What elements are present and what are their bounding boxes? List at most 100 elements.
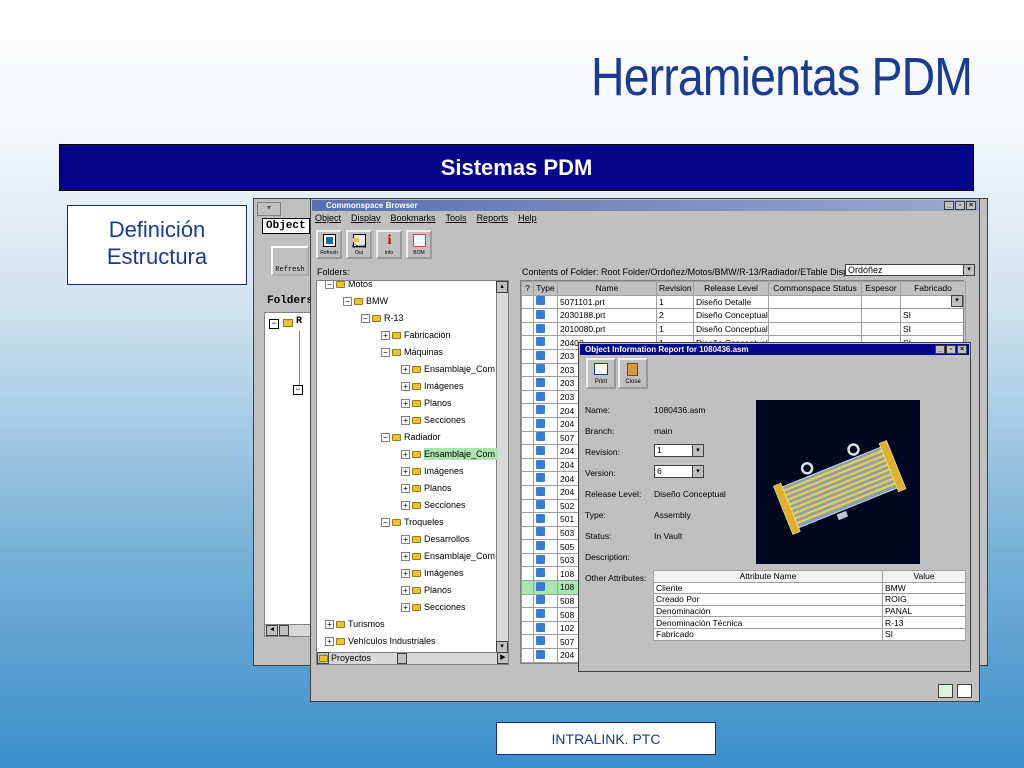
refresh-button[interactable]: Refresh bbox=[316, 230, 342, 259]
scroll-right-icon[interactable]: ▶ bbox=[497, 652, 508, 664]
column-header[interactable]: Fabricado bbox=[900, 281, 966, 296]
column-header[interactable]: ? bbox=[521, 281, 534, 296]
attribute-row[interactable]: Cliente BMW bbox=[653, 581, 966, 595]
tree-item[interactable]: Proyectos bbox=[319, 652, 371, 664]
attribute-row[interactable]: Fabricado SI bbox=[653, 627, 966, 641]
maximize-icon[interactable]: ▫ bbox=[946, 345, 956, 354]
tree-item[interactable]: + Secciones bbox=[401, 414, 466, 426]
collapse-icon[interactable]: − bbox=[343, 296, 352, 306]
tree-item[interactable]: + Imágenes bbox=[401, 567, 464, 579]
collapse-icon[interactable]: − bbox=[269, 319, 279, 329]
tree-item[interactable]: + Turismos bbox=[325, 618, 385, 630]
collapse-icon[interactable]: − bbox=[361, 313, 370, 323]
expand-icon[interactable]: + bbox=[325, 636, 334, 646]
expand-icon[interactable]: + bbox=[401, 415, 410, 425]
menu-help[interactable]: Help bbox=[518, 211, 537, 225]
column-header[interactable]: Commonspace Status bbox=[768, 281, 862, 296]
collapse-icon[interactable]: − bbox=[325, 281, 334, 289]
expand-icon[interactable]: + bbox=[401, 534, 410, 544]
collapse-icon[interactable]: − bbox=[381, 432, 390, 442]
back-menu-object[interactable]: Object bbox=[262, 218, 310, 234]
chevron-down-icon[interactable]: ▾ bbox=[692, 466, 703, 477]
attribute-row[interactable]: Denominación PANAL bbox=[653, 604, 966, 618]
tree-item[interactable]: + Desarrollos bbox=[401, 533, 470, 545]
scroll-thumb[interactable] bbox=[279, 625, 289, 636]
column-header[interactable]: Name bbox=[557, 281, 657, 296]
expand-icon[interactable]: + bbox=[401, 483, 410, 493]
scroll-up-icon[interactable]: ▴ bbox=[496, 281, 508, 293]
collapse-icon[interactable]: − bbox=[293, 385, 303, 395]
tree-item[interactable]: + Secciones bbox=[401, 601, 466, 613]
menu-tools[interactable]: Tools bbox=[446, 211, 467, 225]
check-out-button[interactable]: Check Out bbox=[346, 230, 372, 259]
tree-item[interactable]: + Secciones bbox=[401, 499, 466, 511]
table-row[interactable]: 5071101.prt 1 Diseño Detalle bbox=[521, 294, 966, 310]
bom-button[interactable]: BOM bbox=[406, 230, 432, 259]
revision-select[interactable]: 1 ▾ bbox=[654, 444, 704, 457]
column-header[interactable]: Type bbox=[533, 281, 558, 296]
expand-icon[interactable]: + bbox=[401, 381, 410, 391]
model-preview[interactable] bbox=[756, 400, 920, 564]
expand-icon[interactable]: + bbox=[381, 330, 390, 340]
expand-icon[interactable]: + bbox=[401, 466, 410, 476]
system-menu-icon[interactable]: ▿ bbox=[257, 202, 281, 216]
tree-item[interactable]: + Planos bbox=[401, 482, 452, 494]
tree-item[interactable]: + Ensamblaje_Com bbox=[401, 448, 499, 460]
collapse-icon[interactable]: − bbox=[381, 517, 390, 527]
expand-icon[interactable]: + bbox=[401, 364, 410, 374]
tree-item[interactable]: + Imágenes bbox=[401, 380, 464, 392]
expand-icon[interactable]: + bbox=[401, 602, 410, 612]
tree-item[interactable]: + Imágenes bbox=[401, 465, 464, 477]
collapse-icon[interactable]: − bbox=[381, 347, 390, 357]
grid-scroll-down-icon[interactable]: ▾ bbox=[951, 295, 963, 307]
info-button[interactable]: i Info bbox=[376, 230, 402, 259]
tree-item[interactable]: − R-13 bbox=[361, 312, 404, 324]
column-header[interactable]: Revision bbox=[656, 281, 694, 296]
folder-tree[interactable]: ▴ ▾ ◀ ▶ −Motos−BMW−R-13+Fabricación−Máqu… bbox=[316, 280, 509, 665]
tree-item[interactable]: + Ensamblaje_Com bbox=[401, 363, 495, 375]
tree-item[interactable]: + Planos bbox=[401, 397, 452, 409]
print-button[interactable]: Print bbox=[586, 358, 616, 389]
column-header[interactable]: Espesor bbox=[861, 281, 901, 296]
close-icon[interactable]: × bbox=[966, 201, 976, 210]
menu-display[interactable]: Display bbox=[351, 211, 381, 225]
window-title-bar[interactable]: Commonspace Browser _ ▫ × bbox=[312, 200, 978, 211]
tree-item[interactable]: − Troqueles bbox=[381, 516, 444, 528]
tree-item[interactable]: − Máquinas bbox=[381, 346, 443, 358]
expand-icon[interactable]: + bbox=[401, 551, 410, 561]
expand-icon[interactable]: + bbox=[401, 449, 410, 459]
minimize-icon[interactable]: _ bbox=[935, 345, 945, 354]
tree-vertical-scrollbar[interactable]: ▴ ▾ bbox=[496, 281, 508, 653]
table-row[interactable]: 2010080.prt 1 Diseño Conceptual SI bbox=[521, 321, 966, 337]
new-object-icon[interactable] bbox=[938, 684, 953, 698]
table-row[interactable]: 2030188.prt 2 Diseño Conceptual SI bbox=[521, 308, 966, 323]
tree-item[interactable]: − BMW bbox=[343, 295, 388, 307]
expand-icon[interactable]: + bbox=[401, 500, 410, 510]
attr-name-header[interactable]: Attribute Name bbox=[653, 570, 883, 583]
attribute-row[interactable]: Denominación Técnica R-13 bbox=[653, 616, 966, 629]
tree-item[interactable]: + Vehículos Industriales bbox=[325, 635, 436, 647]
display-combo[interactable]: Ordóñez ▾ bbox=[845, 264, 975, 276]
expand-icon[interactable]: + bbox=[401, 568, 410, 578]
chevron-down-icon[interactable]: ▾ bbox=[692, 445, 703, 456]
tree-item[interactable]: + Ensamblaje_Com bbox=[401, 550, 495, 562]
menu-object[interactable]: Object bbox=[315, 211, 341, 225]
tree-item[interactable]: + Fabricación bbox=[381, 329, 451, 341]
back-folder-tree[interactable]: − R − ◀ bbox=[264, 312, 314, 637]
dialog-title-bar[interactable]: Object Information Report for 1080436.as… bbox=[580, 344, 969, 355]
attribute-row[interactable]: Creado Por ROIG bbox=[653, 593, 966, 606]
tree-item[interactable]: − Motos bbox=[325, 281, 373, 290]
close-icon[interactable]: × bbox=[957, 345, 967, 354]
scroll-left-icon[interactable]: ◀ bbox=[266, 625, 278, 636]
menu-reports[interactable]: Reports bbox=[477, 211, 509, 225]
minimize-icon[interactable]: _ bbox=[944, 201, 954, 210]
menu-bookmarks[interactable]: Bookmarks bbox=[391, 211, 436, 225]
column-header[interactable]: Release Level bbox=[693, 281, 769, 296]
version-select[interactable]: 6 ▾ bbox=[654, 465, 704, 478]
scroll-thumb[interactable] bbox=[397, 653, 407, 664]
page-icon[interactable] bbox=[957, 684, 972, 698]
expand-icon[interactable]: + bbox=[401, 585, 410, 595]
expand-icon[interactable]: + bbox=[401, 398, 410, 408]
attr-value-header[interactable]: Value bbox=[882, 570, 966, 583]
tree-item[interactable]: + Planos bbox=[401, 584, 452, 596]
